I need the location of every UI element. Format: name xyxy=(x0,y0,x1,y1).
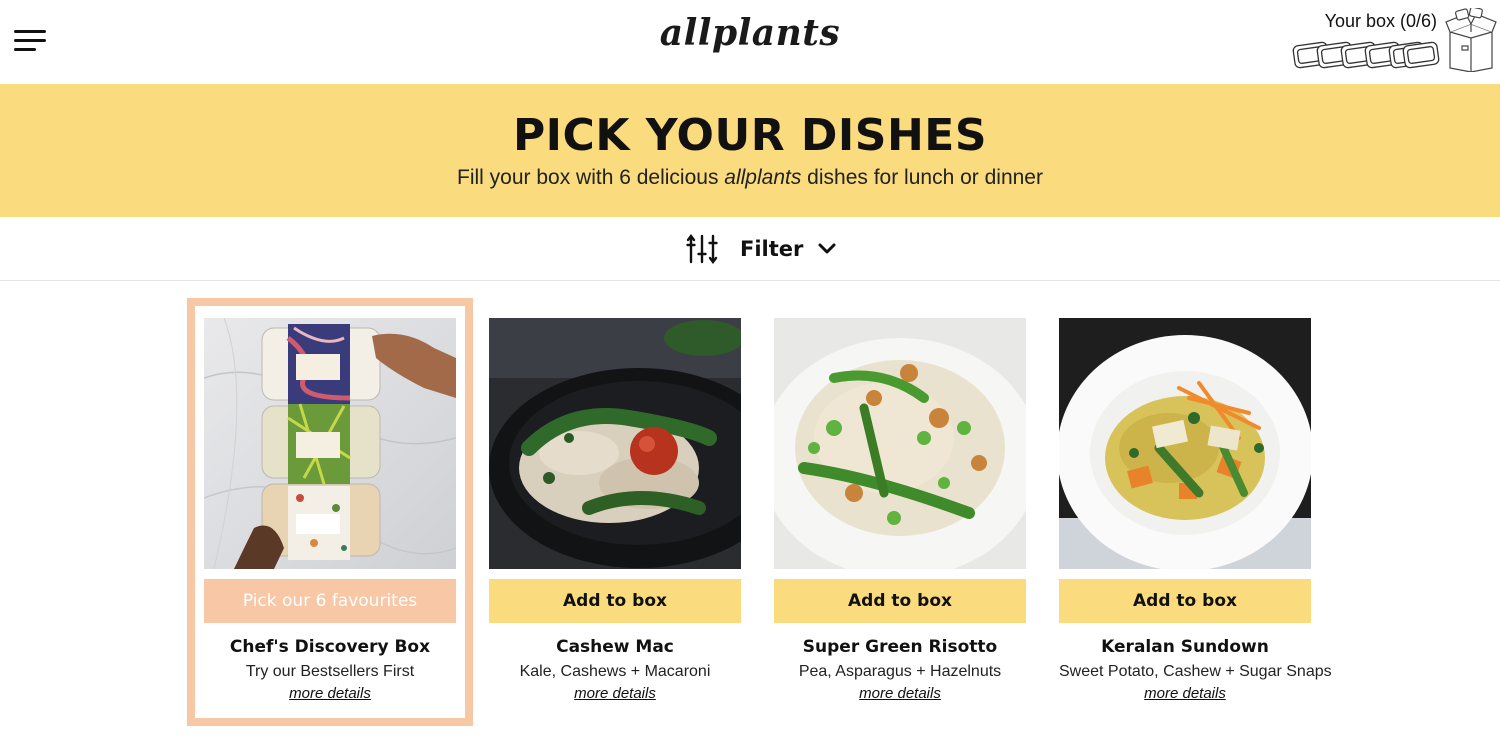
subtitle-before: Fill your box with 6 delicious xyxy=(457,166,725,189)
dish-name: Super Green Risotto xyxy=(802,637,998,657)
dish-name: Keralan Sundown xyxy=(1101,637,1269,657)
meal-trays-icon xyxy=(1292,41,1440,69)
dish-image-keralan-sundown[interactable] xyxy=(1059,318,1311,569)
sliders-icon xyxy=(686,234,718,264)
box-icon xyxy=(1445,8,1497,72)
more-details-link[interactable]: more details xyxy=(774,685,1026,702)
site-logo[interactable]: allplants xyxy=(0,12,1500,54)
pick-favourites-button[interactable]: Pick our 6 favourites xyxy=(204,579,456,623)
add-to-box-button[interactable]: Add to box xyxy=(774,579,1026,623)
chevron-down-icon xyxy=(818,243,836,254)
page-title: PICK YOUR DISHES xyxy=(512,110,988,161)
dish-name: Cashew Mac xyxy=(556,637,674,657)
more-details-link[interactable]: more details xyxy=(1059,685,1311,702)
more-details-link[interactable]: more details xyxy=(204,685,456,702)
add-to-box-button[interactable]: Add to box xyxy=(1059,579,1311,623)
filter-label: Filter xyxy=(740,237,804,261)
dish-name: Chef's Discovery Box xyxy=(229,637,431,657)
dish-card-cashew-mac: Add to box Cashew Mac Kale, Cashews + Ma… xyxy=(489,318,741,702)
filter-button[interactable]: Filter xyxy=(686,233,837,265)
cart-count-label: Your box (0/6) xyxy=(1324,11,1437,31)
dish-image-chefs-discovery-box[interactable] xyxy=(204,318,456,569)
more-details-link[interactable]: more details xyxy=(489,685,741,702)
dish-card-keralan-sundown: Add to box Keralan Sundown Sweet Potato,… xyxy=(1059,318,1332,702)
hero-banner: PICK YOUR DISHES Fill your box with 6 de… xyxy=(0,84,1500,217)
dish-card-chefs-discovery-box: Pick our 6 favourites Chef's Discovery B… xyxy=(204,318,456,702)
dish-description: Kale, Cashews + Macaroni xyxy=(519,663,711,680)
dish-description: Sweet Potato, Cashew + Sugar Snaps xyxy=(1059,663,1332,680)
site-header: allplants Your box (0/6) xyxy=(0,0,1500,84)
dish-image-cashew-mac[interactable] xyxy=(489,318,741,569)
filter-bar: Filter xyxy=(0,217,1500,281)
subtitle-after: dishes for lunch or dinner xyxy=(801,166,1043,189)
dish-image-super-green-risotto[interactable] xyxy=(774,318,1026,569)
dish-card-super-green-risotto: Add to box Super Green Risotto Pea, Aspa… xyxy=(774,318,1026,702)
add-to-box-button[interactable]: Add to box xyxy=(489,579,741,623)
dish-description: Pea, Asparagus + Hazelnuts xyxy=(798,663,1002,680)
subtitle-brand: allplants xyxy=(724,166,802,189)
cart-summary[interactable]: Your box (0/6) xyxy=(1290,6,1500,76)
page-subtitle: Fill your box with 6 delicious allplants… xyxy=(0,166,1500,190)
dish-description: Try our Bestsellers First xyxy=(245,663,415,680)
